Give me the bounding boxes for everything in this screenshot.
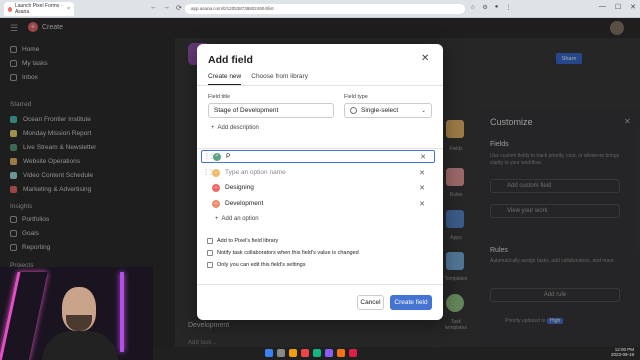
explorer-icon[interactable] <box>289 349 297 357</box>
menu-dots-icon[interactable]: ⋮ <box>505 4 511 11</box>
field-type-label: Field type <box>344 94 368 100</box>
checkbox[interactable] <box>207 238 213 244</box>
option-color-icon[interactable]: ✓ <box>213 152 221 161</box>
restrict-edit-checkbox-row[interactable]: Only you can edit this field's settings <box>207 262 305 268</box>
neon-light <box>0 272 48 360</box>
add-description-label: Add description <box>217 125 259 131</box>
asana-favicon-icon <box>8 6 12 12</box>
drag-handle-icon[interactable]: ⋮⋮ <box>203 169 214 176</box>
maximize-icon[interactable]: ☐ <box>615 3 621 11</box>
remove-option-icon[interactable]: ✕ <box>419 200 425 208</box>
remove-option-icon[interactable]: ✕ <box>419 184 425 192</box>
app-icon[interactable] <box>337 349 345 357</box>
browser-icon[interactable] <box>301 349 309 357</box>
checkbox-label: Add to Pixel's field library <box>217 238 279 244</box>
taskbar-icons <box>265 349 357 357</box>
address-bar[interactable]: app.asana.com/0/1205387388024904/list <box>185 4 465 14</box>
field-type-select[interactable]: Single-select ⌄ <box>344 103 432 118</box>
clock-date: 2023-09-19 <box>610 351 634 357</box>
option-input[interactable]: Type an option name <box>225 169 419 176</box>
add-field-dialog: Add field ✕ Create new Choose from libra… <box>197 44 443 320</box>
browser-chrome: Launch Pixel Forms · Asana × ← → ⟳ app.a… <box>0 0 640 18</box>
checkbox[interactable] <box>207 250 213 256</box>
option-row[interactable]: ⋮⋮ ⌄ Type an option name ✕ <box>203 166 433 179</box>
option-row[interactable]: ⋮⋮ ✓ P ✕ <box>201 150 435 163</box>
tab-choose-from-library[interactable]: Choose from library <box>251 73 308 85</box>
star-icon[interactable]: ☆ <box>470 4 475 11</box>
option-row[interactable]: ⌄ Designing ✕ <box>203 181 433 194</box>
add-option-label: Add an option <box>221 216 259 222</box>
option-input[interactable]: P <box>226 153 420 160</box>
app-icon[interactable] <box>313 349 321 357</box>
option-color-icon[interactable]: ⌄ <box>212 183 220 192</box>
start-icon[interactable] <box>265 349 273 357</box>
tabs-divider <box>197 85 443 86</box>
checkbox-label: Notify task collaborators when this fiel… <box>217 250 359 256</box>
checkbox-label: Only you can edit this field's settings <box>217 262 306 268</box>
minimize-icon[interactable]: — <box>599 3 606 11</box>
remove-option-icon[interactable]: ✕ <box>420 153 426 161</box>
option-color-icon[interactable]: ⌄ <box>212 199 220 208</box>
option-input[interactable]: Development <box>225 200 419 207</box>
back-icon[interactable]: ← <box>150 4 157 12</box>
add-description-link[interactable]: + Add description <box>211 125 259 131</box>
close-window-icon[interactable]: ✕ <box>630 3 636 11</box>
plus-icon: + <box>215 216 219 222</box>
option-input[interactable]: Designing <box>225 184 419 191</box>
create-field-button[interactable]: Create field <box>390 295 432 310</box>
library-checkbox-row[interactable]: Add to Pixel's field library <box>207 238 278 244</box>
forward-icon[interactable]: → <box>163 4 170 12</box>
search-icon[interactable] <box>277 349 285 357</box>
taskbar-clock[interactable]: 12:00 PM 2023-09-19 <box>610 347 634 358</box>
divider <box>197 284 443 285</box>
divider <box>197 148 443 149</box>
neon-light <box>120 272 124 352</box>
plus-icon: + <box>211 125 215 131</box>
close-icon[interactable]: ✕ <box>421 53 429 64</box>
field-title-label: Field title <box>208 94 231 100</box>
checkbox[interactable] <box>207 262 213 268</box>
drag-handle-icon[interactable]: ⋮⋮ <box>204 153 215 160</box>
field-type-value: Single-select <box>361 107 399 114</box>
remove-option-icon[interactable]: ✕ <box>419 169 425 177</box>
field-title-input[interactable]: Stage of Development <box>208 103 334 118</box>
close-tab-icon[interactable]: × <box>67 6 70 12</box>
extensions-icon[interactable]: ⚙ <box>482 4 487 11</box>
os-taskbar <box>153 347 640 360</box>
option-color-icon[interactable]: ⌄ <box>212 168 220 177</box>
option-row[interactable]: ⌄ Development ✕ <box>203 197 433 210</box>
cancel-button[interactable]: Cancel <box>357 295 384 310</box>
browser-tab[interactable]: Launch Pixel Forms · Asana × <box>4 2 74 16</box>
tab-create-new[interactable]: Create new <box>208 73 242 85</box>
single-select-icon <box>350 107 357 114</box>
webcam-overlay <box>0 267 153 360</box>
browser-tab-title: Launch Pixel Forms · Asana <box>14 3 63 15</box>
dialog-tabs: Create new Choose from library <box>208 73 308 85</box>
app-icon[interactable] <box>349 349 357 357</box>
chevron-down-icon: ⌄ <box>420 108 426 114</box>
dialog-title: Add field <box>208 54 253 66</box>
reload-icon[interactable]: ⟳ <box>176 4 182 12</box>
presenter-body <box>42 331 118 360</box>
app-icon[interactable] <box>325 349 333 357</box>
add-option-link[interactable]: + Add an option <box>215 216 259 222</box>
notify-checkbox-row[interactable]: Notify task collaborators when this fiel… <box>207 250 359 256</box>
profile-icon[interactable]: ● <box>495 4 499 11</box>
